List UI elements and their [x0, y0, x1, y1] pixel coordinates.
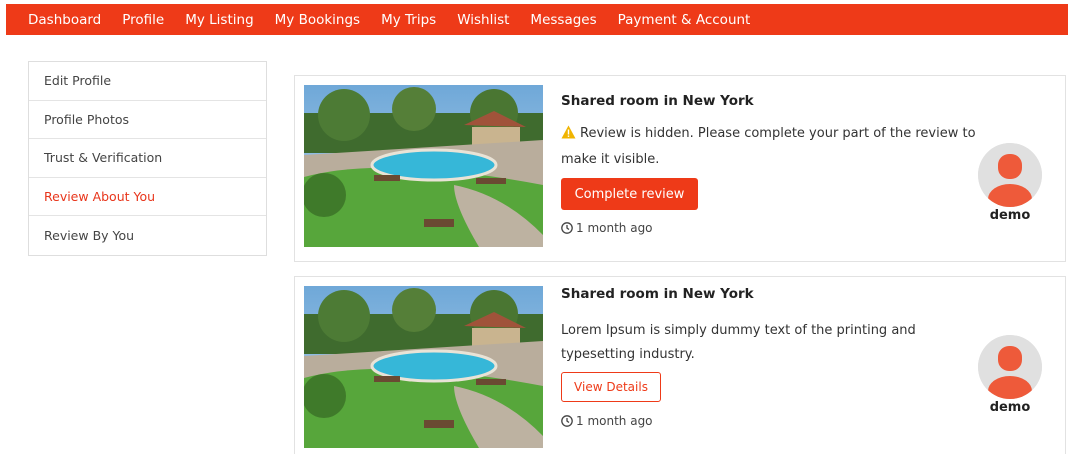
review-card: Shared room in New York Lorem Ipsum is s…: [294, 276, 1066, 454]
sidebar-item-profile-photos[interactable]: Profile Photos: [29, 101, 266, 140]
nav-my-listing[interactable]: My Listing: [185, 12, 253, 28]
review-time: 1 month ago: [561, 414, 653, 428]
view-details-button[interactable]: View Details: [561, 372, 661, 402]
sidebar-item-review-about-you[interactable]: Review About You: [29, 178, 266, 217]
listing-title[interactable]: Shared room in New York: [561, 93, 754, 109]
review-time: 1 month ago: [561, 221, 653, 235]
review-time-text: 1 month ago: [576, 221, 653, 235]
review-card: Shared room in New York Review is hidden…: [294, 75, 1066, 262]
listing-photo[interactable]: [304, 85, 543, 247]
nav-profile[interactable]: Profile: [122, 12, 164, 28]
nav-wishlist[interactable]: Wishlist: [457, 12, 509, 28]
user-avatar-icon: [978, 143, 1042, 207]
nav-my-trips[interactable]: My Trips: [381, 12, 436, 28]
nav-my-bookings[interactable]: My Bookings: [275, 12, 360, 28]
reviewer[interactable]: demo: [977, 143, 1043, 223]
top-navbar: Dashboard Profile My Listing My Bookings…: [6, 4, 1068, 35]
nav-dashboard[interactable]: Dashboard: [28, 12, 101, 28]
listing-photo[interactable]: [304, 286, 543, 448]
review-text: Lorem Ipsum is simply dummy text of the …: [561, 323, 916, 362]
sidebar-item-review-by-you[interactable]: Review By You: [29, 216, 266, 255]
nav-payment-account[interactable]: Payment & Account: [618, 12, 751, 28]
reviewer[interactable]: demo: [977, 335, 1043, 415]
reviewer-name: demo: [989, 400, 1031, 415]
review-message-text: Review is hidden. Please complete your p…: [561, 126, 976, 167]
clock-icon: [561, 415, 573, 427]
profile-sidebar: Edit Profile Profile Photos Trust & Veri…: [28, 61, 267, 256]
warning-icon: [561, 124, 576, 148]
sidebar-item-trust-verification[interactable]: Trust & Verification: [29, 139, 266, 178]
review-hidden-message: Review is hidden. Please complete your p…: [561, 122, 981, 172]
review-time-text: 1 month ago: [576, 414, 653, 428]
reviewer-name: demo: [989, 208, 1031, 223]
complete-review-button[interactable]: Complete review: [561, 178, 698, 210]
nav-messages[interactable]: Messages: [530, 12, 596, 28]
user-avatar-icon: [978, 335, 1042, 399]
listing-title[interactable]: Shared room in New York: [561, 286, 754, 302]
clock-icon: [561, 222, 573, 234]
sidebar-item-edit-profile[interactable]: Edit Profile: [29, 62, 266, 101]
